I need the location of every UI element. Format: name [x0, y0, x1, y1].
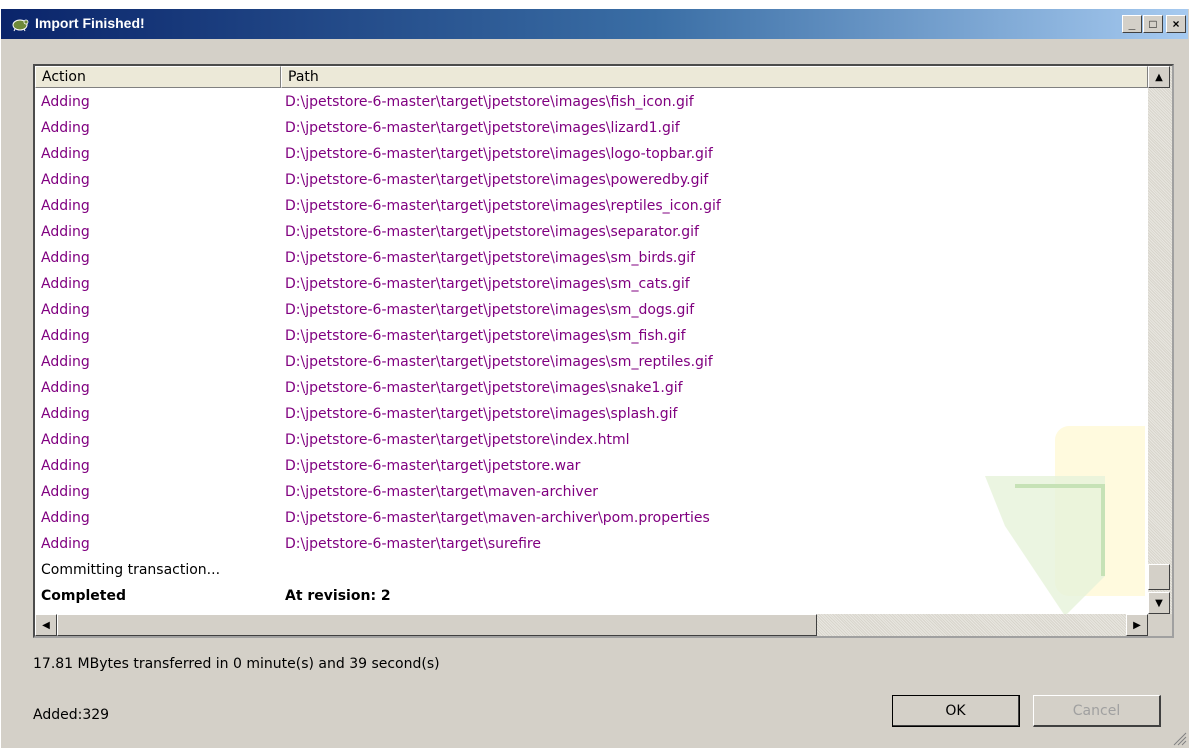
table-row[interactable]: Adding D:\jpetstore-6-master\target\jpets… — [35, 375, 1148, 401]
row-path: D:\jpetstore-6-master\target\jpetstore\i… — [285, 198, 721, 214]
horizontal-scroll-thumb[interactable] — [57, 614, 817, 636]
row-path: D:\jpetstore-6-master\target\jpetstore\i… — [285, 120, 680, 136]
row-action: Adding — [41, 328, 90, 344]
row-path: D:\jpetstore-6-master\target\surefire — [285, 536, 541, 552]
row-action: Adding — [41, 380, 90, 396]
row-path: D:\jpetstore-6-master\target\maven-archi… — [285, 484, 599, 500]
transfer-status: 17.81 MBytes transferred in 0 minute(s) … — [33, 656, 440, 672]
vertical-scrollbar[interactable]: ▲ ▼ — [1148, 66, 1172, 614]
row-action: Adding — [41, 536, 90, 552]
column-header-path[interactable]: Path — [281, 66, 1148, 88]
row-path: D:\jpetstore-6-master\target\maven-archi… — [285, 510, 710, 526]
row-path: D:\jpetstore-6-master\target\jpetstore\i… — [285, 250, 696, 266]
table-row[interactable]: Adding D:\jpetstore-6-master\target\jpets… — [35, 427, 1148, 453]
vertical-scroll-thumb[interactable] — [1148, 564, 1170, 590]
table-row[interactable]: Adding D:\jpetstore-6-master\target\jpets… — [35, 453, 1148, 479]
column-header-action[interactable]: Action — [35, 66, 281, 88]
table-row[interactable]: Adding D:\jpetstore-6-master\target\jpets… — [35, 115, 1148, 141]
table-row[interactable]: Adding D:\jpetstore-6-master\target\jpets… — [35, 245, 1148, 271]
row-path: D:\jpetstore-6-master\target\jpetstore\i… — [285, 406, 678, 422]
row-action: Adding — [41, 458, 90, 474]
table-row[interactable]: Adding D:\jpetstore-6-master\target\jpets… — [35, 323, 1148, 349]
row-action: Adding — [41, 302, 90, 318]
scroll-left-icon[interactable]: ◀ — [35, 614, 57, 636]
table-row[interactable]: Adding D:\jpetstore-6-master\target\maven… — [35, 479, 1148, 505]
row-path: D:\jpetstore-6-master\target\jpetstore\i… — [285, 276, 690, 292]
scroll-down-icon[interactable]: ▼ — [1148, 592, 1170, 614]
minimize-icon[interactable]: _ — [1122, 15, 1142, 33]
ok-button[interactable]: OK — [892, 695, 1020, 727]
row-action: Adding — [41, 250, 90, 266]
table-row[interactable]: Adding D:\jpetstore-6-master\target\jpets… — [35, 167, 1148, 193]
row-path: D:\jpetstore-6-master\target\jpetstore\i… — [285, 432, 630, 448]
row-action: Adding — [41, 354, 90, 370]
table-row[interactable]: Adding D:\jpetstore-6-master\target\jpets… — [35, 349, 1148, 375]
row-path: D:\jpetstore-6-master\target\jpetstore\i… — [285, 172, 709, 188]
title-bar[interactable]: Import Finished! _ □ × — [1, 9, 1188, 39]
list-header: Action Path — [35, 66, 1148, 90]
table-row[interactable]: Adding D:\jpetstore-6-master\target\jpets… — [35, 89, 1148, 115]
import-finished-dialog: Import Finished! _ □ × Action Path Addin… — [0, 8, 1189, 748]
table-row[interactable]: Adding D:\jpetstore-6-master\target\jpets… — [35, 297, 1148, 323]
table-row[interactable]: Adding D:\jpetstore-6-master\target\suref… — [35, 531, 1148, 557]
table-row[interactable]: Adding D:\jpetstore-6-master\target\jpets… — [35, 219, 1148, 245]
table-row[interactable]: Adding D:\jpetstore-6-master\target\jpets… — [35, 141, 1148, 167]
scroll-up-icon[interactable]: ▲ — [1148, 66, 1170, 88]
tortoise-icon — [12, 19, 29, 32]
horizontal-scrollbar[interactable]: ◀ ▶ — [35, 614, 1148, 636]
row-action: Committing transaction... — [41, 562, 221, 578]
table-row[interactable]: Adding D:\jpetstore-6-master\target\jpets… — [35, 401, 1148, 427]
row-action: Adding — [41, 432, 90, 448]
action-list[interactable]: Action Path Adding D:\jpetstore-6-master\… — [33, 64, 1174, 638]
row-path: D:\jpetstore-6-master\target\jpetstore.w… — [285, 458, 581, 474]
row-action: Adding — [41, 484, 90, 500]
row-path: D:\jpetstore-6-master\target\jpetstore\i… — [285, 380, 683, 396]
scroll-corner — [1148, 614, 1172, 636]
row-path: D:\jpetstore-6-master\target\jpetstore\i… — [285, 328, 686, 344]
row-action: Adding — [41, 510, 90, 526]
row-action: Adding — [41, 94, 90, 110]
cancel-button[interactable]: Cancel — [1033, 695, 1161, 727]
row-path: D:\jpetstore-6-master\target\jpetstore\i… — [285, 302, 695, 318]
row-path: At revision: 2 — [285, 588, 391, 604]
row-action: Adding — [41, 120, 90, 136]
table-row[interactable]: Adding D:\jpetstore-6-master\target\maven… — [35, 505, 1148, 531]
row-action: Adding — [41, 172, 90, 188]
close-icon[interactable]: × — [1166, 15, 1186, 33]
row-path: D:\jpetstore-6-master\target\jpetstore\i… — [285, 354, 713, 370]
table-row[interactable]: Completed At revision: 2 — [35, 583, 1148, 609]
row-action: Completed — [41, 588, 127, 604]
row-path: D:\jpetstore-6-master\target\jpetstore\i… — [285, 224, 699, 240]
table-row[interactable]: Adding D:\jpetstore-6-master\target\jpets… — [35, 193, 1148, 219]
list-rows: Adding D:\jpetstore-6-master\target\jpets… — [35, 89, 1148, 609]
row-path: D:\jpetstore-6-master\target\jpetstore\i… — [285, 146, 713, 162]
added-count: Added:329 — [33, 707, 110, 723]
maximize-icon[interactable]: □ — [1143, 15, 1163, 33]
row-action: Adding — [41, 276, 90, 292]
window-title: Import Finished! — [35, 15, 145, 31]
table-row[interactable]: Committing transaction... — [35, 557, 1148, 583]
scroll-right-icon[interactable]: ▶ — [1126, 614, 1148, 636]
row-action: Adding — [41, 198, 90, 214]
row-path: D:\jpetstore-6-master\target\jpetstore\i… — [285, 94, 694, 110]
resize-grip-icon[interactable] — [1173, 732, 1187, 746]
row-action: Adding — [41, 406, 90, 422]
row-action: Adding — [41, 224, 90, 240]
row-action: Adding — [41, 146, 90, 162]
table-row[interactable]: Adding D:\jpetstore-6-master\target\jpets… — [35, 271, 1148, 297]
